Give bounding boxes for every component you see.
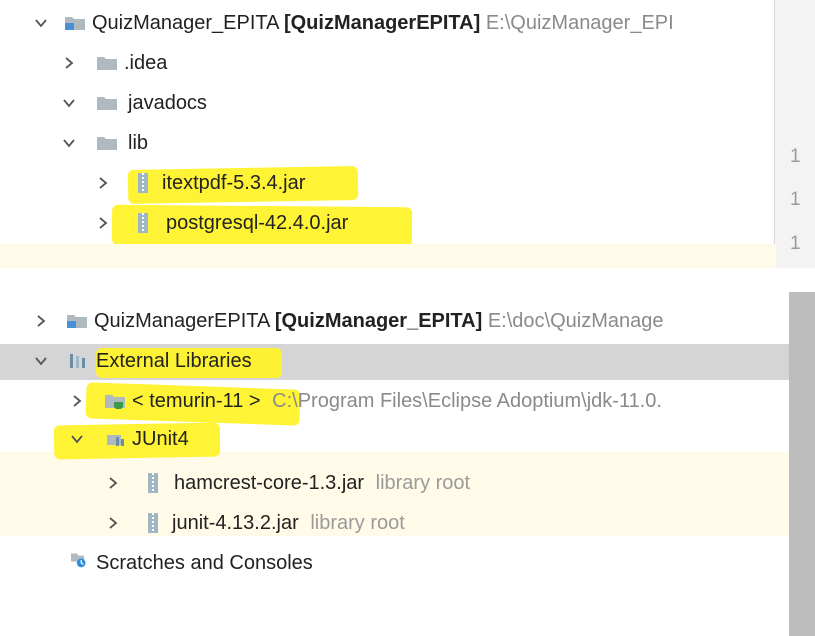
- project-path: E:\QuizManager_EPI: [485, 12, 674, 34]
- jdk-path: C:\Program Files\Eclipse Adoptium\jdk-11…: [272, 390, 662, 412]
- scrollbar[interactable]: [789, 292, 815, 636]
- tree-item-label: .idea: [124, 52, 168, 74]
- selected-row-tint: [0, 244, 776, 268]
- project-name: QuizManager_EPITA: [92, 12, 279, 34]
- scratches-icon: [68, 552, 92, 574]
- project-path: E:\doc\QuizManage: [487, 310, 664, 332]
- library-icon: [68, 353, 88, 369]
- tree-item-label: lib: [128, 132, 149, 154]
- tree-item-label: Scratches and Consoles: [96, 552, 313, 574]
- chevron-right-icon[interactable]: [96, 216, 110, 230]
- jar-icon: [136, 172, 150, 194]
- jar-name: hamcrest-core-1.3.jar: [174, 472, 365, 494]
- chevron-down-icon[interactable]: [70, 432, 84, 446]
- jar-icon: [146, 472, 160, 494]
- jdk-label: < temurin-11 >: [132, 390, 261, 412]
- panel-separator: [0, 268, 815, 292]
- chevron-right-icon[interactable]: [70, 394, 84, 408]
- folder-icon: [96, 55, 118, 71]
- folder-icon: [96, 135, 118, 151]
- chevron-right-icon[interactable]: [62, 56, 76, 70]
- project-folder-icon: [66, 313, 88, 329]
- jar-icon: [136, 212, 150, 234]
- library-root-tag: library root: [375, 472, 471, 494]
- tree-item-label: javadocs: [128, 92, 207, 114]
- project-module: [QuizManagerEPITA]: [283, 12, 481, 34]
- chevron-right-icon[interactable]: [34, 314, 48, 328]
- editor-gutter: [774, 0, 815, 268]
- line-number: 1: [790, 146, 801, 167]
- folder-icon: [96, 95, 118, 111]
- jar-icon: [146, 512, 160, 534]
- tree-item-label: JUnit4: [132, 428, 189, 450]
- tree-item-label: External Libraries: [96, 350, 252, 372]
- chevron-right-icon[interactable]: [96, 176, 110, 190]
- project-name: QuizManagerEPITA: [94, 310, 270, 332]
- library-root-tag: library root: [310, 512, 405, 534]
- chevron-down-icon[interactable]: [62, 96, 76, 110]
- tree-item-label: itextpdf-5.3.4.jar: [162, 172, 306, 194]
- chevron-right-icon[interactable]: [106, 476, 120, 490]
- line-number: 1: [790, 189, 801, 210]
- tree-item-label: postgresql-42.4.0.jar: [166, 212, 349, 234]
- chevron-down-icon[interactable]: [34, 16, 48, 30]
- project-tree-top: 1 1 1 QuizManager_EPITA [QuizManagerEPIT…: [0, 0, 815, 268]
- project-module: [QuizManager_EPITA]: [274, 310, 483, 332]
- library-icon: [106, 431, 128, 447]
- chevron-right-icon[interactable]: [106, 516, 120, 530]
- chevron-down-icon[interactable]: [34, 354, 48, 368]
- jar-name: junit-4.13.2.jar: [172, 512, 299, 534]
- jdk-folder-icon: [104, 393, 126, 409]
- chevron-down-icon[interactable]: [62, 136, 76, 150]
- line-number: 1: [790, 233, 801, 254]
- project-tree-bottom: QuizManagerEPITA [QuizManager_EPITA] E:\…: [0, 292, 815, 636]
- project-folder-icon: [64, 15, 86, 31]
